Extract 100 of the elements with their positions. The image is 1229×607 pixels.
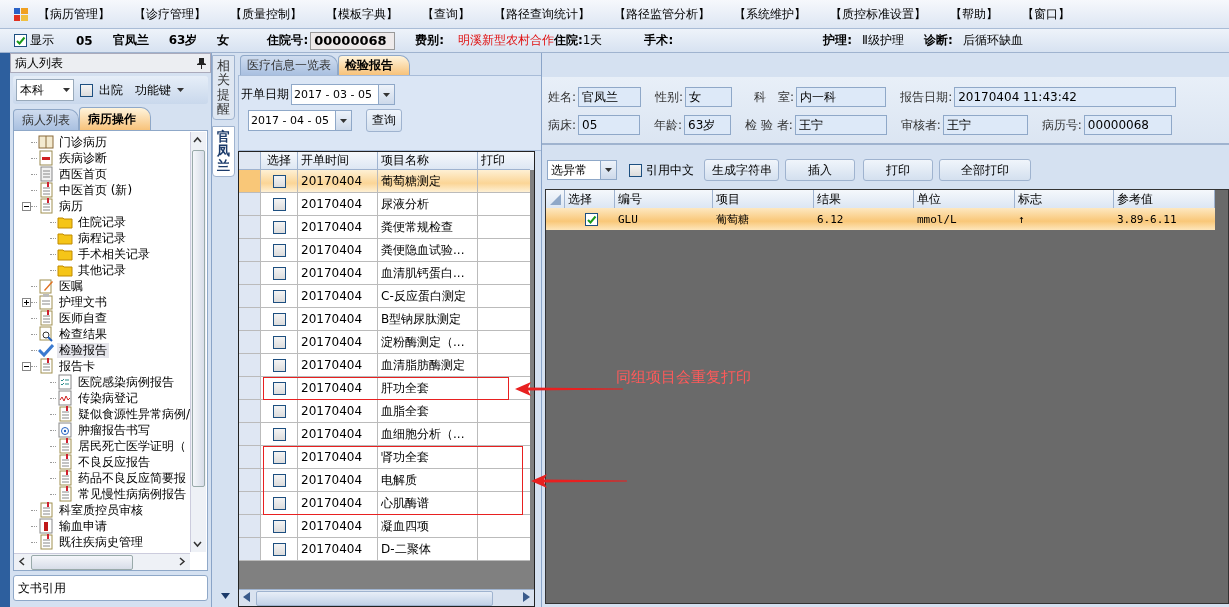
tree-item[interactable]: 病历 xyxy=(57,198,85,214)
folder-icon xyxy=(57,230,73,246)
tree-item[interactable]: 常见慢性病病例报告 xyxy=(76,486,188,502)
tree-item[interactable]: 科室质控员审核 xyxy=(57,502,145,518)
checkbox[interactable] xyxy=(272,473,286,487)
toolbar-button[interactable]: 全部打印 xyxy=(939,159,1031,181)
checkbox[interactable] xyxy=(272,243,286,257)
tree-item[interactable]: 居民死亡医学证明（ xyxy=(76,438,188,454)
menu-item[interactable]: 【窗口】 xyxy=(1010,5,1082,23)
tree-item[interactable]: 住院记录 xyxy=(76,214,128,230)
checkbox[interactable] xyxy=(272,312,286,326)
menu-item[interactable]: 【模板字典】 xyxy=(314,5,410,23)
scope-dropdown[interactable]: 本科 xyxy=(16,79,74,101)
tree-item[interactable]: 其他记录 xyxy=(76,262,128,278)
vertical-scrollbar[interactable] xyxy=(190,132,206,552)
bed-number: 05 xyxy=(76,33,93,48)
tree-item[interactable]: 医嘱 xyxy=(57,278,85,294)
collapse-icon[interactable] xyxy=(22,361,31,371)
tree-item[interactable]: 护理文书 xyxy=(57,294,109,310)
checkbox[interactable] xyxy=(272,335,286,349)
tree-item[interactable]: 肿瘤报告书写 xyxy=(76,422,152,438)
tree-item[interactable]: 医院感染病例报告 xyxy=(76,374,176,390)
expand-icon[interactable] xyxy=(22,297,31,307)
date-field[interactable]: 2017 - 03 - 05 xyxy=(291,84,395,105)
tree-item[interactable]: 中医首页 (新) xyxy=(57,182,135,198)
checkbox[interactable] xyxy=(272,381,286,395)
tree-item[interactable]: 医师自查 xyxy=(57,310,109,326)
patient-name: 官凤兰 xyxy=(112,32,149,49)
query-button[interactable]: 查询 xyxy=(366,109,402,132)
checkbox[interactable] xyxy=(272,174,286,188)
checkbox[interactable] xyxy=(272,266,286,280)
toolbar-button[interactable]: 插入 xyxy=(785,159,855,181)
discharged-checkbox[interactable] xyxy=(80,83,93,97)
horizontal-scrollbar[interactable] xyxy=(14,553,190,570)
menu-item[interactable]: 【路径查询统计】 xyxy=(482,5,602,23)
panel-tab[interactable]: 病历操作 xyxy=(79,107,151,130)
pen-icon xyxy=(38,278,54,294)
tree-item[interactable]: 西医首页 xyxy=(57,166,109,182)
menu-item[interactable]: 【系统维护】 xyxy=(722,5,818,23)
content-tab[interactable]: 医疗信息一览表 xyxy=(240,55,338,75)
scroll-down-icon[interactable] xyxy=(221,593,230,599)
menu-item[interactable]: 【质量控制】 xyxy=(218,5,314,23)
column-header[interactable]: 标志 xyxy=(1015,190,1114,208)
tree-item[interactable]: 门诊病历 xyxy=(57,134,109,150)
column-header[interactable]: 项目 xyxy=(713,190,814,208)
menu-item[interactable]: 【查询】 xyxy=(410,5,482,23)
checkbox[interactable] xyxy=(272,496,286,510)
date-field[interactable]: 2017 - 04 - 05 xyxy=(248,110,352,131)
side-tab[interactable]: 官凤兰 xyxy=(212,126,235,178)
tree-item[interactable]: 疑似食源性异常病例/ xyxy=(76,406,193,422)
panel-title: 病人列表 xyxy=(15,54,63,72)
table-cell xyxy=(478,354,530,377)
abnormal-filter-dropdown[interactable]: 选异常 xyxy=(547,160,617,180)
tree-item[interactable]: 病程记录 xyxy=(76,230,128,246)
menu-item[interactable]: 【病历管理】 xyxy=(32,5,122,23)
tree-item[interactable]: 传染病登记 xyxy=(76,390,140,406)
menu-item[interactable]: 【帮助】 xyxy=(938,5,1010,23)
column-header[interactable]: 编号 xyxy=(615,190,713,208)
checkbox[interactable] xyxy=(272,542,286,556)
column-header[interactable]: 结果 xyxy=(814,190,914,208)
column-header[interactable]: 单位 xyxy=(914,190,1015,208)
tree-item[interactable]: 既往疾病史管理 xyxy=(57,534,145,550)
table-cell: 葡萄糖测定 xyxy=(378,170,478,193)
content-tab[interactable]: 检验报告 xyxy=(338,55,410,75)
side-tab[interactable]: 相关提醒 xyxy=(212,55,235,121)
checkbox[interactable] xyxy=(272,427,286,441)
panel-tab[interactable]: 病人列表 xyxy=(13,109,79,130)
use-chinese-checkbox[interactable] xyxy=(629,163,642,177)
menu-item[interactable]: 【质控标准设置】 xyxy=(818,5,938,23)
horizontal-scrollbar[interactable] xyxy=(239,589,534,606)
toolbar-button[interactable]: 生成字符串 xyxy=(704,159,779,181)
tree-item[interactable]: 疾病诊断 xyxy=(57,150,109,166)
column-header[interactable]: 参考值 xyxy=(1114,190,1215,208)
tree-item[interactable]: 检查结果 xyxy=(57,326,109,342)
menu-item[interactable]: 【路径监管分析】 xyxy=(602,5,722,23)
pin-icon[interactable] xyxy=(197,57,206,69)
checkbox[interactable] xyxy=(585,212,598,226)
column-header[interactable]: 选择 xyxy=(565,190,615,208)
table-cell: 葡萄糖 xyxy=(713,208,814,230)
checkbox[interactable] xyxy=(272,450,286,464)
function-key-menu[interactable]: 功能键 xyxy=(135,81,171,99)
checkbox[interactable] xyxy=(272,358,286,372)
scroll-right-icon[interactable] xyxy=(522,592,530,602)
checkbox[interactable] xyxy=(272,519,286,533)
checkbox[interactable] xyxy=(272,289,286,303)
admission-number-field: 00000068 xyxy=(310,31,396,50)
collapse-icon[interactable] xyxy=(22,201,31,211)
tree-item[interactable]: 检验报告 xyxy=(57,342,109,358)
toolbar-button[interactable]: 打印 xyxy=(863,159,933,181)
show-checkbox[interactable] xyxy=(14,34,27,47)
scroll-left-icon[interactable] xyxy=(243,592,251,602)
tree-item[interactable]: 输血申请 xyxy=(57,518,109,534)
tree-item[interactable]: 手术相关记录 xyxy=(76,246,152,262)
checkbox[interactable] xyxy=(272,404,286,418)
menu-item[interactable]: 【诊疗管理】 xyxy=(122,5,218,23)
tree-item[interactable]: 药品不良反应简要报 xyxy=(76,470,188,486)
tree-item[interactable]: 报告卡 xyxy=(57,358,97,374)
tree-item[interactable]: 不良反应报告 xyxy=(76,454,152,470)
checkbox[interactable] xyxy=(272,220,286,234)
checkbox[interactable] xyxy=(272,197,286,211)
